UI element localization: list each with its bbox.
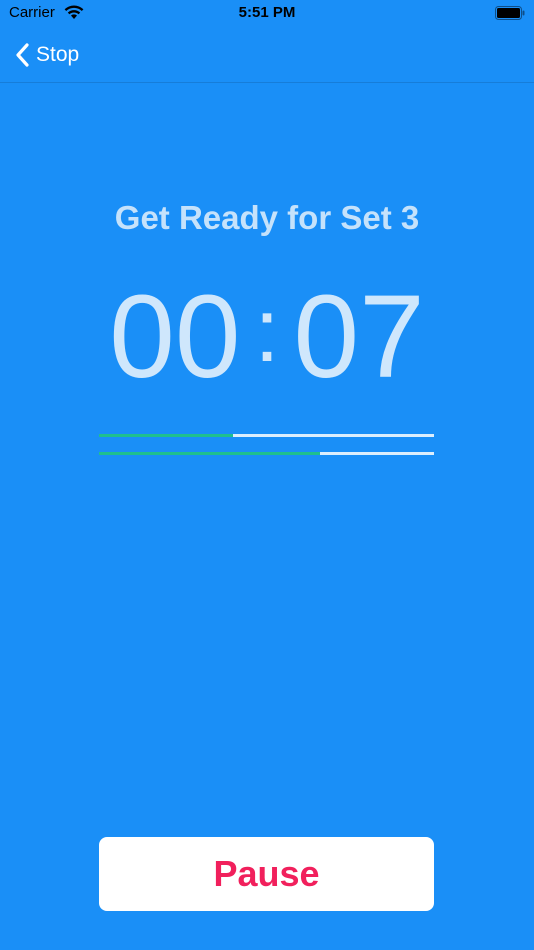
stop-button-label: Stop [36, 43, 80, 66]
navigation-bar: Stop [0, 28, 534, 83]
stop-button[interactable]: Stop [14, 40, 79, 70]
pause-button-label: Pause [213, 853, 320, 894]
status-time: 5:51 PM [238, 4, 296, 21]
battery-icon [495, 6, 525, 20]
status-bar: Carrier 5:51 PM [0, 0, 534, 28]
workout-progress-fill [99, 452, 321, 455]
set-progress-bar [99, 434, 434, 437]
timer-seconds: 07 [293, 271, 425, 403]
workout-progress-bar [99, 452, 434, 455]
set-progress-fill [99, 434, 233, 437]
pause-button[interactable]: Pause [99, 837, 434, 911]
timer-minutes: 00 [109, 271, 241, 403]
countdown-timer: 00 : 07 [0, 272, 534, 402]
set-title: Get Ready for Set 3 [114, 199, 420, 236]
chevron-left-icon [16, 43, 29, 67]
timer-separator: : [254, 281, 280, 381]
